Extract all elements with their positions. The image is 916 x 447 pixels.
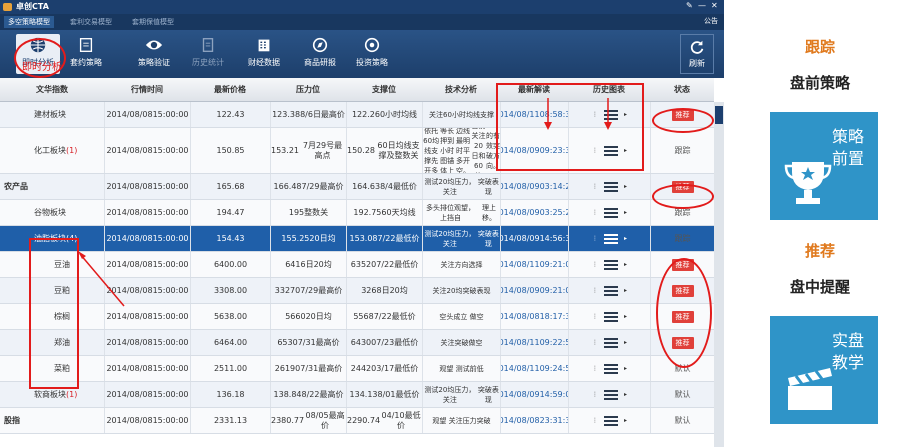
- app-window: 卓创CTA ✎ — ✕ 多空策略模型 套利交易模型 套期保值模型 公告 即时分析…: [0, 0, 724, 447]
- strategy-front-text: 策略 前置: [831, 127, 864, 168]
- recommend-heading: 推荐: [804, 242, 835, 260]
- trophy-icon: [784, 162, 832, 204]
- live-teaching-tile[interactable]: 实盘 教学: [770, 316, 878, 424]
- annotation-arrows: [78, 98, 612, 307]
- strategy-front-tile[interactable]: 策略 前置: [770, 112, 878, 220]
- track-heading: 跟踪: [804, 38, 835, 56]
- promo-panel: 跟踪 盘前策略 策略 前置 推荐 盘中提醒 实盘 教学: [724, 0, 916, 447]
- pre-market-strategy: 盘前策略: [789, 74, 850, 92]
- live-teaching-text: 实盘 教学: [831, 331, 864, 372]
- intraday-reminder: 盘中提醒: [789, 278, 850, 296]
- clapperboard-icon: [788, 368, 832, 410]
